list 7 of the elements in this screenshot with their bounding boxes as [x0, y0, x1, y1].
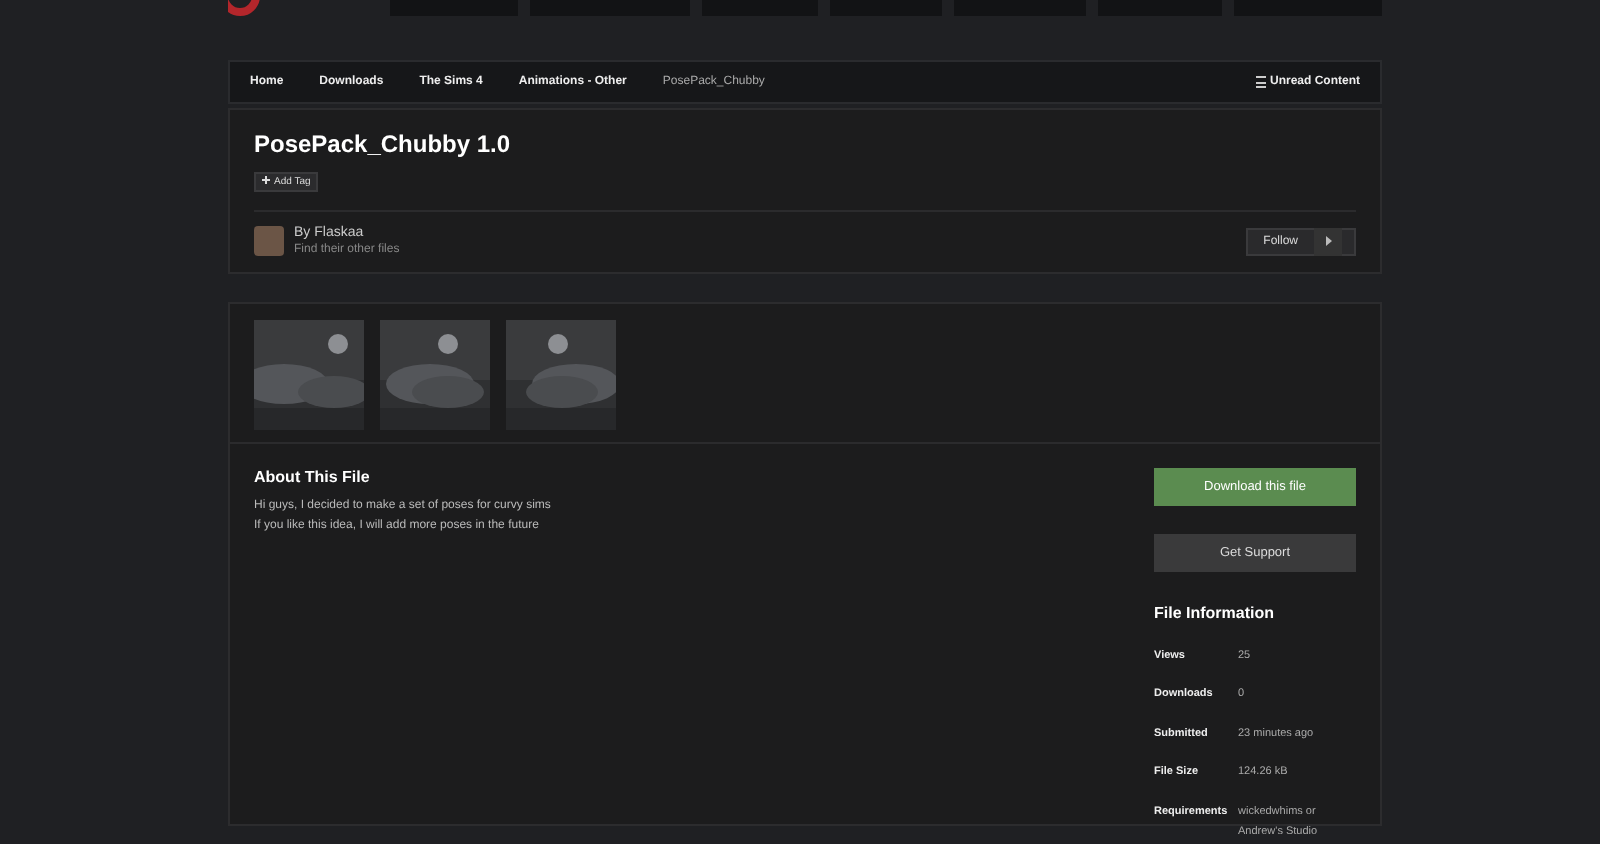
follow-count-icon — [1314, 227, 1342, 255]
plus-icon — [262, 176, 270, 184]
list-icon — [1256, 76, 1266, 88]
section-heading: About This File — [254, 468, 372, 486]
section-heading: File Information — [1154, 604, 1276, 622]
avatar[interactable] — [254, 226, 284, 256]
file-title: PosePack_Chubby 1.0 — [254, 130, 513, 158]
